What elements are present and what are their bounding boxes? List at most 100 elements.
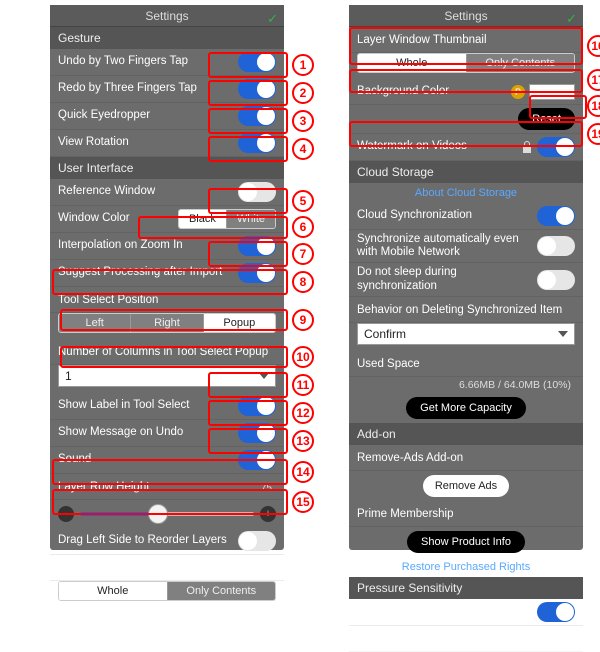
label: Quick Eyedropper <box>58 109 238 122</box>
title: Settings <box>145 9 188 23</box>
row-cloud-sync: Cloud Synchronization <box>349 203 583 230</box>
row-show-label: Show Label in Tool Select <box>50 393 284 420</box>
opt-left[interactable]: Left <box>59 314 131 332</box>
get-more-capacity-button[interactable]: Get More Capacity <box>406 397 526 419</box>
label-layer-window-thumbnail: Layer Window Thumbnail <box>58 562 276 575</box>
seg-tool-select-position[interactable]: Left Right Popup <box>58 313 276 333</box>
label-used-space: Used Space <box>357 358 575 371</box>
label: Drag Left Side to Reorder Layers <box>58 534 238 547</box>
opt-black[interactable]: Black <box>179 210 227 228</box>
used-space-value: 6.66MB / 64.0MB (10%) <box>349 377 583 393</box>
lock-icon <box>521 140 533 154</box>
opt-only-contents[interactable]: Only Contents <box>168 582 276 600</box>
label-layer-row-height: Layer Row Height <box>58 481 261 494</box>
row-no-sleep: Do not sleep during synchronization <box>349 263 583 296</box>
toggle-reference-window[interactable] <box>238 182 276 202</box>
callout-badge-13: 13 <box>292 430 314 452</box>
toggle-autosync-mobile[interactable] <box>537 236 575 256</box>
callout-badge-3: 3 <box>292 110 314 132</box>
toggle-show-message-undo[interactable] <box>238 423 276 443</box>
seg-layer-thumb-left[interactable]: Whole Only Contents <box>58 581 276 601</box>
minus-icon[interactable]: − <box>58 506 74 522</box>
slider-track[interactable] <box>80 512 254 516</box>
settings-panel-left: Settings ✓ Gesture Undo by Two Fingers T… <box>50 5 284 550</box>
opt-whole[interactable]: Whole <box>358 54 467 72</box>
toggle-drag-reorder[interactable] <box>238 531 276 551</box>
row-background-color: Background Color P <box>349 79 583 105</box>
callout-badge-12: 12 <box>292 402 314 424</box>
toggle-use-pressure[interactable] <box>537 602 575 622</box>
callout-badge-10: 10 <box>292 346 314 368</box>
confirm-check-icon[interactable]: ✓ <box>566 8 577 30</box>
label: Interpolation on Zoom In <box>58 239 238 252</box>
dropdown-value: 1 <box>65 369 72 383</box>
opt-popup[interactable]: Popup <box>204 314 275 332</box>
remove-ads-button[interactable]: Remove Ads <box>423 475 509 497</box>
dropdown-value: Confirm <box>364 327 406 341</box>
opt-right[interactable]: Right <box>131 314 203 332</box>
callout-badge-5: 5 <box>292 190 314 212</box>
dropdown-num-columns[interactable]: 1 <box>58 365 276 387</box>
label-layer-window-thumbnail: Layer Window Thumbnail <box>357 34 575 47</box>
opt-only-contents[interactable]: Only Contents <box>467 54 575 72</box>
label: Suggest Processing after Import <box>58 266 238 279</box>
bg-color-swatch[interactable] <box>529 84 575 100</box>
label-on-delete-sync: Behavior on Deleting Synchronized Item <box>357 304 575 317</box>
toggle-show-label[interactable] <box>238 396 276 416</box>
row-use-pressure: Use Pressure Sensitivity <box>349 599 583 626</box>
link-restore-purchases[interactable]: Restore Purchased Rights <box>349 557 583 577</box>
label-pressure-adjustment: Pressure Adjustment <box>357 632 575 645</box>
opt-white[interactable]: White <box>227 210 275 228</box>
section-cloud-storage: Cloud Storage <box>349 161 583 183</box>
label: Reference Window <box>58 185 238 198</box>
opt-whole[interactable]: Whole <box>59 582 168 600</box>
slider-thumb[interactable] <box>148 504 168 524</box>
callout-badge-7: 7 <box>292 243 314 265</box>
row-sound: Sound <box>50 447 284 474</box>
titlebar: Settings ✓ <box>50 5 284 27</box>
toggle-undo-two-fingers[interactable] <box>238 52 276 72</box>
settings-panel-right: Settings ✓ Layer Window Thumbnail Whole … <box>349 5 583 550</box>
row-watermark: Watermark on Videos <box>349 134 583 161</box>
callout-badge-2: 2 <box>292 82 314 104</box>
row-undo-two-fingers: Undo by Two Fingers Tap <box>50 49 284 76</box>
dropdown-on-delete[interactable]: Confirm <box>357 323 575 345</box>
row-window-color: Window Color Black White <box>50 206 284 233</box>
row-view-rotation: View Rotation <box>50 130 284 157</box>
toggle-redo-three-fingers[interactable] <box>238 79 276 99</box>
plus-icon[interactable]: + <box>260 506 276 522</box>
toggle-suggest-processing[interactable] <box>238 263 276 283</box>
toggle-view-rotation[interactable] <box>238 133 276 153</box>
row-show-message-undo: Show Message on Undo <box>50 420 284 447</box>
titlebar: Settings ✓ <box>349 5 583 27</box>
section-user-interface: User Interface <box>50 157 284 179</box>
label: Window Color <box>58 212 178 225</box>
show-product-info-button[interactable]: Show Product Info <box>407 531 525 553</box>
seg-window-color[interactable]: Black White <box>178 209 276 229</box>
seg-layer-thumb-right[interactable]: Whole Only Contents <box>357 53 575 73</box>
label: Cloud Synchronization <box>357 209 537 222</box>
link-about-cloud[interactable]: About Cloud Storage <box>349 183 583 203</box>
label: Do not sleep during synchronization <box>357 266 537 292</box>
toggle-no-sleep[interactable] <box>537 270 575 290</box>
reset-button[interactable]: Reset <box>518 108 575 130</box>
row-redo-three-fingers: Redo by Three Fingers Tap <box>50 76 284 103</box>
slider-layer-row-height[interactable]: − + <box>50 500 284 528</box>
toggle-watermark[interactable] <box>537 137 575 157</box>
toggle-interpolation[interactable] <box>238 236 276 256</box>
label: Synchronize automatically even with Mobi… <box>357 233 537 259</box>
title: Settings <box>444 9 487 23</box>
label: Undo by Two Fingers Tap <box>58 55 238 68</box>
toggle-sound[interactable] <box>238 450 276 470</box>
confirm-check-icon[interactable]: ✓ <box>267 8 278 30</box>
toggle-cloud-sync[interactable] <box>537 206 575 226</box>
row-suggest-processing: Suggest Processing after Import <box>50 260 284 287</box>
callout-badge-11: 11 <box>292 374 314 396</box>
section-pressure: Pressure Sensitivity <box>349 577 583 599</box>
toggle-quick-eyedropper[interactable] <box>238 106 276 126</box>
label: Watermark on Videos <box>357 140 521 153</box>
label: Redo by Three Fingers Tap <box>58 82 238 95</box>
premium-badge-icon: P <box>511 85 525 99</box>
label-remove-ads-addon: Remove-Ads Add-on <box>357 452 575 465</box>
callout-badge-9: 9 <box>292 309 314 331</box>
